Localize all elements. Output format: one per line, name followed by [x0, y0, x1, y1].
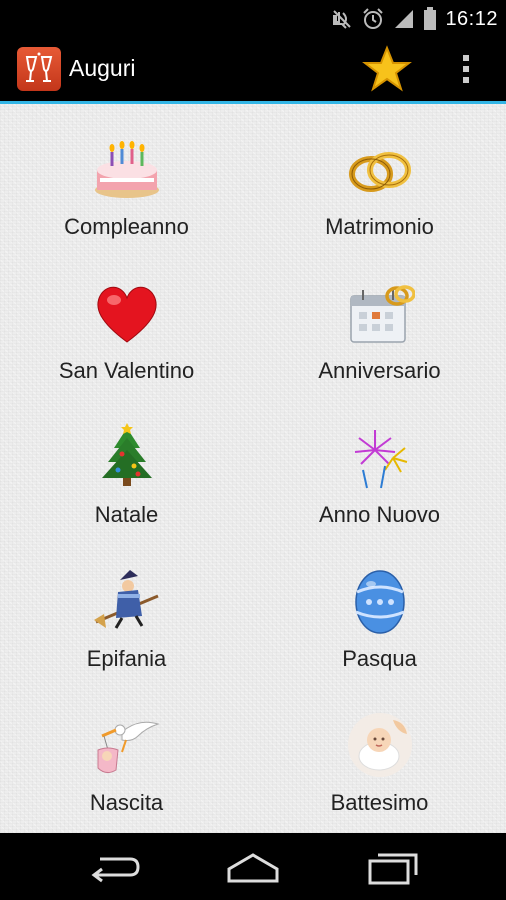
christmas-tree-icon: [101, 423, 152, 486]
back-icon[interactable]: [84, 847, 144, 887]
fireworks-icon: [354, 430, 407, 489]
app-logo-icon[interactable]: [17, 47, 61, 91]
heart-icon: [96, 286, 157, 343]
category-grid: Compleanno Matrimonio San Valentino Anni…: [0, 104, 506, 833]
status-time: 16:12: [445, 7, 498, 30]
status-bar: 16:12: [0, 0, 506, 37]
wedding-rings-icon: [348, 152, 411, 192]
category-item-nascita[interactable]: Nascita: [0, 696, 253, 833]
category-label: Nascita: [89, 790, 164, 815]
battery-icon: [424, 7, 437, 30]
action-bar: Auguri: [0, 37, 506, 104]
category-item-san-valentino[interactable]: San Valentino: [0, 264, 253, 408]
category-item-epifania[interactable]: Epifania: [0, 552, 253, 696]
witch-broom-icon: [93, 570, 159, 629]
baby-icon: [347, 713, 412, 777]
category-label: Anniversario: [318, 358, 441, 383]
category-label: Pasqua: [342, 646, 417, 671]
overflow-menu-icon[interactable]: [452, 51, 480, 87]
category-item-pasqua[interactable]: Pasqua: [253, 552, 506, 696]
navigation-bar: [0, 833, 506, 900]
category-label: San Valentino: [58, 358, 195, 383]
home-icon[interactable]: [223, 847, 283, 887]
alarm-icon: [363, 8, 384, 29]
muted-icon: [333, 10, 352, 29]
app-title: Auguri: [69, 55, 136, 81]
category-item-matrimonio[interactable]: Matrimonio: [253, 120, 506, 264]
stork-baby-icon: [97, 721, 160, 774]
category-label: Matrimonio: [325, 214, 434, 239]
category-label: Compleanno: [64, 214, 189, 239]
category-item-anniversario[interactable]: Anniversario: [253, 264, 506, 408]
category-label: Natale: [94, 502, 159, 527]
birthday-cake-icon: [94, 141, 159, 198]
status-icons: 16:12: [331, 6, 498, 32]
easter-egg-icon: [354, 570, 405, 634]
category-item-compleanno[interactable]: Compleanno: [0, 120, 253, 264]
category-label: Battesimo: [330, 790, 429, 815]
signal-icon: [395, 10, 414, 28]
category-label: Anno Nuovo: [318, 502, 441, 527]
category-item-anno-nuovo[interactable]: Anno Nuovo: [253, 408, 506, 552]
star-icon[interactable]: [362, 45, 412, 93]
category-item-battesimo[interactable]: Battesimo: [253, 696, 506, 833]
category-label: Epifania: [86, 646, 167, 671]
category-item-natale[interactable]: Natale: [0, 408, 253, 552]
recent-apps-icon[interactable]: [364, 847, 424, 887]
calendar-rings-icon: [349, 285, 415, 343]
